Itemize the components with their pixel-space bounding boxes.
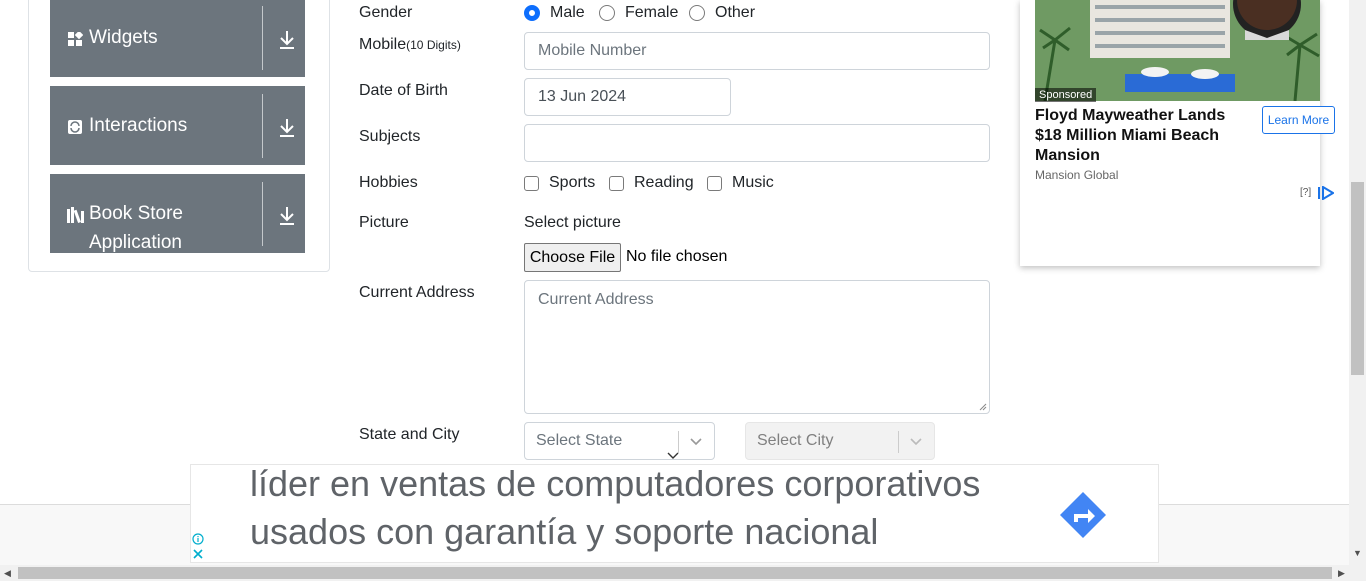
- banner-text-line1: líder en ventas de computadores corporat…: [250, 463, 981, 504]
- mobile-placeholder: Mobile Number: [538, 42, 647, 59]
- checkbox[interactable]: [707, 175, 722, 191]
- chevron-down-icon[interactable]: [909, 434, 923, 448]
- book-store-icon: [67, 207, 85, 223]
- subjects-input[interactable]: [524, 124, 990, 162]
- state-select[interactable]: Select State: [524, 422, 715, 460]
- ad-info-icon[interactable]: [192, 533, 204, 545]
- no-file-text: No file chosen: [626, 248, 728, 265]
- address-label: Current Address: [359, 284, 475, 301]
- mobile-label: Mobile(10 Digits): [359, 36, 461, 54]
- city-placeholder: Select City: [757, 432, 834, 449]
- gender-label: Gender: [359, 4, 413, 21]
- mobile-hint: (10 Digits): [406, 38, 461, 52]
- radio-label: Female: [625, 4, 679, 21]
- hobby-checkbox-reading[interactable]: Reading: [609, 174, 694, 192]
- divider: [262, 6, 263, 70]
- scroll-down-arrow-icon[interactable]: ▼: [1353, 548, 1362, 558]
- sidebar-group-label: Book Store: [89, 203, 183, 224]
- gender-radio-other[interactable]: Other: [689, 4, 755, 22]
- hobby-checkbox-music[interactable]: Music: [707, 174, 774, 192]
- dob-label: Date of Birth: [359, 82, 448, 99]
- radio-label: Other: [715, 4, 756, 21]
- divider: [898, 431, 899, 453]
- chevron-down-icon[interactable]: [689, 434, 703, 448]
- ad-source[interactable]: Mansion Global: [1035, 168, 1118, 182]
- sidebar-group-label: Interactions: [89, 115, 188, 136]
- checkbox[interactable]: [609, 175, 624, 191]
- gender-radio-male[interactable]: Male: [524, 4, 585, 22]
- checkbox[interactable]: [524, 175, 539, 191]
- hobbies-label: Hobbies: [359, 174, 418, 191]
- city-select[interactable]: Select City: [745, 422, 935, 460]
- divider: [262, 94, 263, 158]
- banner-text[interactable]: líder en ventas de computadores corporat…: [250, 460, 1050, 556]
- sidebar-group-label-line2: Application: [89, 232, 182, 253]
- radio-label: Male: [550, 4, 585, 21]
- sidebar-group-widgets[interactable]: Widgets: [50, 0, 305, 77]
- sidebar-group-book-store[interactable]: Book Store Application: [50, 174, 305, 253]
- ad-image[interactable]: [1035, 0, 1320, 101]
- radio-button[interactable]: [599, 5, 615, 21]
- widgets-icon: [67, 31, 83, 47]
- mobile-label-text: Mobile: [359, 36, 407, 53]
- sidebar-group-label: Widgets: [89, 27, 158, 48]
- horizontal-scrollbar-thumb[interactable]: [18, 567, 1332, 579]
- ad-title[interactable]: Floyd Mayweather Lands $18 Million Miami…: [1035, 106, 1255, 166]
- divider: [262, 182, 263, 246]
- checkbox-label: Sports: [549, 174, 596, 191]
- sponsored-label: Sponsored: [1035, 88, 1097, 102]
- state-city-label: State and City: [359, 426, 460, 443]
- checkbox-label: Reading: [634, 174, 694, 191]
- choose-file-button[interactable]: Choose File: [524, 243, 621, 272]
- dob-value: 13 Jun 2024: [538, 88, 627, 105]
- download-icon[interactable]: [278, 118, 296, 138]
- divider: [678, 431, 679, 453]
- scroll-left-arrow-icon[interactable]: ◀: [4, 568, 11, 579]
- gender-radio-female[interactable]: Female: [599, 4, 678, 22]
- ad-help-link[interactable]: [?]: [1300, 187, 1311, 198]
- scroll-right-arrow-icon[interactable]: ▶: [1338, 568, 1345, 579]
- learn-more-button[interactable]: Learn More: [1262, 106, 1335, 134]
- ad-close-icon[interactable]: [192, 548, 204, 560]
- state-placeholder: Select State: [536, 432, 623, 449]
- download-icon[interactable]: [278, 206, 296, 226]
- address-textarea[interactable]: Current Address: [524, 280, 990, 414]
- radio-button[interactable]: [689, 5, 705, 21]
- adchoices-icon[interactable]: [1318, 186, 1334, 200]
- vertical-scrollbar-thumb[interactable]: [1351, 182, 1364, 375]
- banner-arrow-button-icon[interactable]: [1058, 490, 1108, 540]
- resize-handle-icon[interactable]: [978, 402, 987, 411]
- select-picture-text: Select picture: [524, 214, 621, 231]
- banner-text-line2: usados con garantía y soporte nacional: [250, 511, 879, 552]
- interactions-icon: [67, 119, 83, 135]
- checkbox-label: Music: [732, 174, 774, 191]
- mobile-input[interactable]: Mobile Number: [524, 32, 990, 70]
- hobby-checkbox-sports[interactable]: Sports: [524, 174, 595, 192]
- radio-button[interactable]: [524, 5, 540, 21]
- download-icon[interactable]: [278, 30, 296, 50]
- subjects-label: Subjects: [359, 128, 421, 145]
- picture-label: Picture: [359, 214, 409, 231]
- sidebar-group-interactions[interactable]: Interactions: [50, 86, 305, 165]
- address-placeholder: Current Address: [538, 291, 654, 308]
- dob-input[interactable]: 13 Jun 2024: [524, 78, 731, 116]
